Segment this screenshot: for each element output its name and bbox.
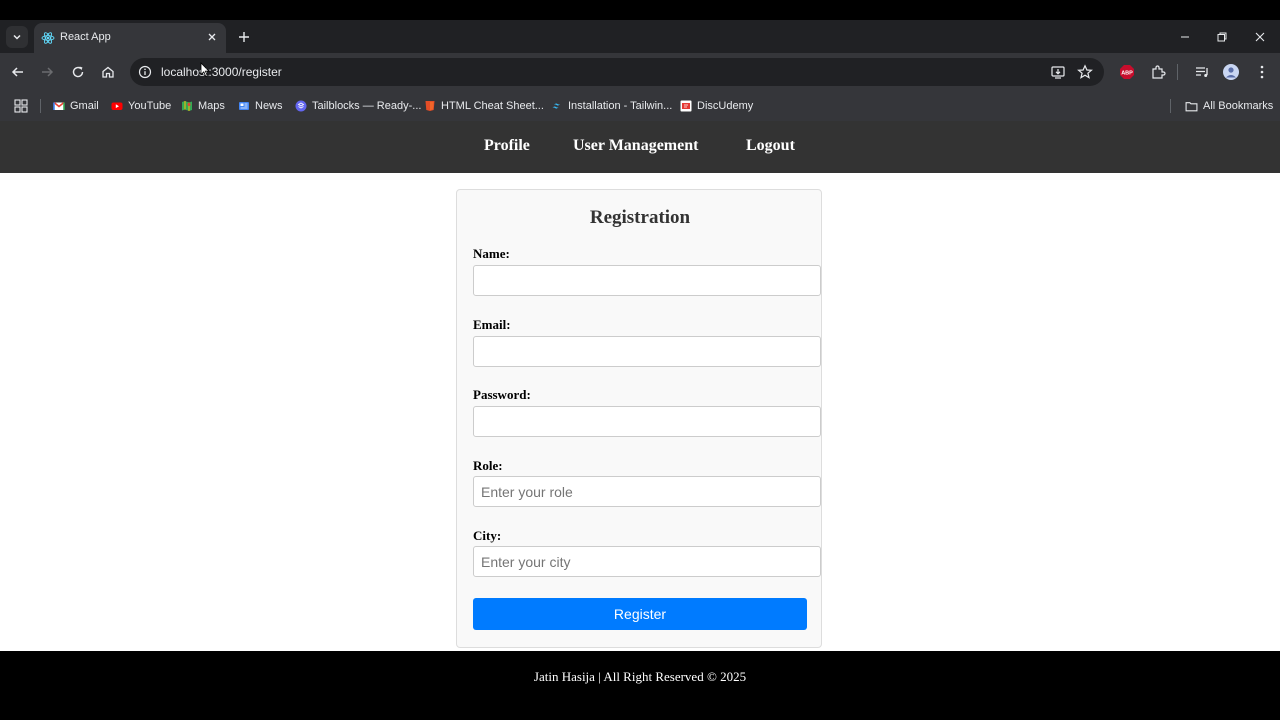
- footer-copyright: Jatin Hasija | All Right Reserved © 2025: [533, 669, 747, 684]
- name-label: Name:: [473, 246, 510, 261]
- nav-link-logout[interactable]: Logout: [746, 137, 795, 155]
- tab-title: React App: [60, 31, 111, 43]
- bookmark-label: HTML Cheat Sheet...: [441, 100, 544, 112]
- minimize-icon: [1181, 36, 1189, 38]
- youtube-icon: [111, 102, 123, 110]
- address-bar[interactable]: localhost:3000/register: [130, 58, 1104, 86]
- info-icon[interactable]: [138, 65, 152, 79]
- bookmark-maps[interactable]: Maps: [181, 97, 225, 115]
- news-icon: [239, 102, 249, 110]
- extensions-puzzle-icon[interactable]: [1150, 64, 1166, 80]
- register-button[interactable]: Register: [473, 598, 807, 630]
- close-icon: [1255, 32, 1265, 42]
- react-logo-icon: [41, 32, 55, 44]
- restore-button[interactable]: [1214, 29, 1230, 45]
- bookmarks-divider: [1170, 99, 1171, 113]
- profile-avatar-icon[interactable]: [1223, 64, 1239, 80]
- bookmark-label: Gmail: [70, 100, 99, 112]
- arrow-left-icon: [11, 67, 23, 77]
- tab-search-button[interactable]: [6, 26, 28, 48]
- bookmark-tailblocks[interactable]: Tailblocks — Ready-...: [295, 97, 421, 115]
- bookmark-label: Maps: [198, 100, 225, 112]
- install-app-icon[interactable]: [1050, 64, 1066, 80]
- forward-button[interactable]: [38, 63, 56, 81]
- discudemy-icon: [680, 100, 692, 112]
- page-viewport: Profile User Management Logout Registrat…: [0, 121, 1280, 720]
- gmail-icon: [53, 101, 65, 110]
- tab-close-button[interactable]: [205, 30, 219, 44]
- nav-link-user-management[interactable]: User Management: [573, 137, 698, 155]
- home-icon: [102, 66, 114, 78]
- bookmark-gmail[interactable]: Gmail: [53, 97, 99, 115]
- bookmark-label: YouTube: [128, 100, 172, 112]
- bookmarks-divider: [40, 99, 41, 113]
- address-url[interactable]: localhost:3000/register: [161, 65, 282, 79]
- city-input[interactable]: [473, 546, 821, 577]
- bookmark-label: DiscUdemy: [697, 100, 754, 112]
- chevron-down-icon: [13, 34, 21, 40]
- bookmark-label: Tailblocks — Ready-...: [312, 100, 422, 112]
- mouse-cursor-icon: [200, 62, 210, 78]
- role-label: Role:: [473, 458, 503, 473]
- bookmark-news[interactable]: News: [238, 97, 283, 115]
- plus-icon: [239, 32, 249, 42]
- close-window-button[interactable]: [1252, 29, 1268, 45]
- folder-icon: [1185, 101, 1198, 111]
- name-input[interactable]: [473, 265, 821, 296]
- all-bookmarks-button[interactable]: All Bookmarks: [1185, 97, 1273, 115]
- registration-form: Registration Name: Email: Password: Role…: [456, 189, 822, 648]
- bookmark-tailwind-installation[interactable]: Installation - Tailwin...: [551, 97, 672, 115]
- nav-link-profile[interactable]: Profile: [484, 137, 530, 155]
- password-input[interactable]: [473, 406, 821, 437]
- adblock-badge-text: ABP: [1121, 71, 1133, 77]
- app-navbar: Profile User Management Logout: [0, 121, 1280, 173]
- email-label: Email:: [473, 317, 511, 332]
- bookmark-label: Installation - Tailwin...: [568, 100, 673, 112]
- back-button[interactable]: [9, 63, 27, 81]
- form-title: Registration: [589, 207, 691, 228]
- close-icon: [208, 33, 216, 41]
- home-button[interactable]: [99, 63, 117, 81]
- bookmark-youtube[interactable]: YouTube: [111, 97, 171, 115]
- adblock-plus-icon[interactable]: ABP: [1119, 64, 1135, 80]
- email-input[interactable]: [473, 336, 821, 367]
- browser-tab-active[interactable]: React App: [34, 23, 226, 53]
- minimize-button[interactable]: [1177, 29, 1193, 45]
- star-icon[interactable]: [1077, 64, 1093, 80]
- tailwind-icon: [552, 103, 560, 109]
- toolbar-divider: [1177, 64, 1178, 80]
- arrow-right-icon: [42, 67, 54, 77]
- bookmark-html-cheat-sheet[interactable]: HTML Cheat Sheet...: [424, 97, 544, 115]
- maps-icon: [182, 101, 192, 111]
- city-label: City:: [473, 528, 502, 543]
- reload-icon: [72, 66, 84, 78]
- more-options-icon[interactable]: [1254, 64, 1270, 80]
- apps-grid-icon[interactable]: [14, 99, 28, 113]
- html5-icon: [425, 101, 435, 111]
- all-bookmarks-label: All Bookmarks: [1203, 100, 1274, 112]
- new-tab-button[interactable]: [236, 29, 252, 45]
- browser-tab-strip: React App: [0, 20, 1280, 53]
- password-label: Password:: [473, 387, 531, 402]
- role-input[interactable]: [473, 476, 821, 507]
- tailblocks-icon: [295, 100, 307, 112]
- bookmarks-bar: Gmail YouTube Maps News Tailblocks — Rea…: [0, 91, 1280, 121]
- reload-button[interactable]: [69, 63, 87, 81]
- bookmark-discudemy[interactable]: DiscUdemy: [680, 97, 753, 115]
- bookmark-label: News: [255, 100, 283, 112]
- page-footer: Jatin Hasija | All Right Reserved © 2025: [0, 651, 1280, 720]
- media-controls-icon[interactable]: [1194, 64, 1210, 80]
- restore-icon: [1217, 32, 1227, 42]
- browser-toolbar: localhost:3000/register ABP: [0, 53, 1280, 91]
